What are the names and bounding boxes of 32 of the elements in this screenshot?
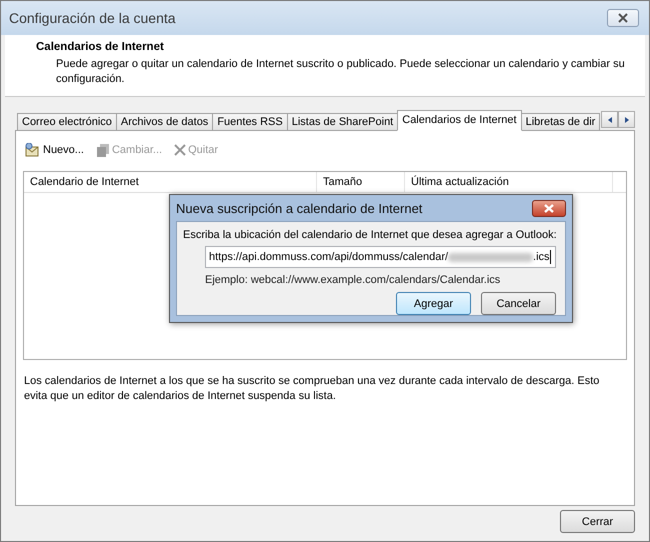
tab[interactable]: Libretas de dir [520,113,600,130]
cross-icon [174,144,186,156]
pages-icon [96,143,110,157]
tab[interactable]: Correo electrónico [17,113,117,130]
scroll-left-button[interactable] [601,111,618,128]
close-icon [544,204,554,212]
close-dialog-button[interactable]: Cerrar [560,510,635,533]
close-icon [617,13,629,23]
section-description: Puede agregar o quitar un calendario de Internet suscrito o publicado. Puede seleccionar un calendario y cambiar su configuración. [55,57,625,87]
right-arrow-icon [622,114,630,124]
dialog-title: Nueva suscripción a calendario de Internet [176,200,422,216]
scroll-right-button[interactable] [618,111,635,128]
envelope-icon [25,143,41,157]
left-arrow-icon [606,114,614,124]
url-field[interactable]: https://api.dommuss.com/api/dommuss/calendar/ .ics [205,246,556,268]
tab[interactable]: Calendarios de Internet [397,110,522,131]
window-title: Configuración de la cuenta [9,10,176,26]
cancel-button[interactable]: Cancelar [481,292,556,315]
section-title: Calendarios de Internet [36,41,165,53]
close-button[interactable] [607,9,639,27]
example-text: Ejemplo: webcal://www.example.com/calendars/Calendar.ics [205,274,502,286]
add-button[interactable]: Agregar [396,292,471,315]
toolbar-button[interactable]: Nuevo... [23,141,86,159]
column-header[interactable]: Tamaño [317,172,405,192]
close-button[interactable] [532,200,566,216]
column-header[interactable]: Última actualización [405,172,613,192]
info-text: Los calendarios de Internet a los que se ha suscrito se comprueban una vez durante cada intervalo de descarga. Esto evita que un editor de calendarios de Internet suspenda su lista. [23,374,600,404]
tab[interactable]: Listas de SharePoint [286,113,398,130]
tab[interactable]: Archivos de datos [116,113,214,130]
prompt-text: Escriba la ubicación del calendario de Internet que desea agregar a Outlook: [183,228,557,242]
tab[interactable]: Fuentes RSS [212,113,288,130]
column-header[interactable]: Calendario de Internet [24,172,317,192]
